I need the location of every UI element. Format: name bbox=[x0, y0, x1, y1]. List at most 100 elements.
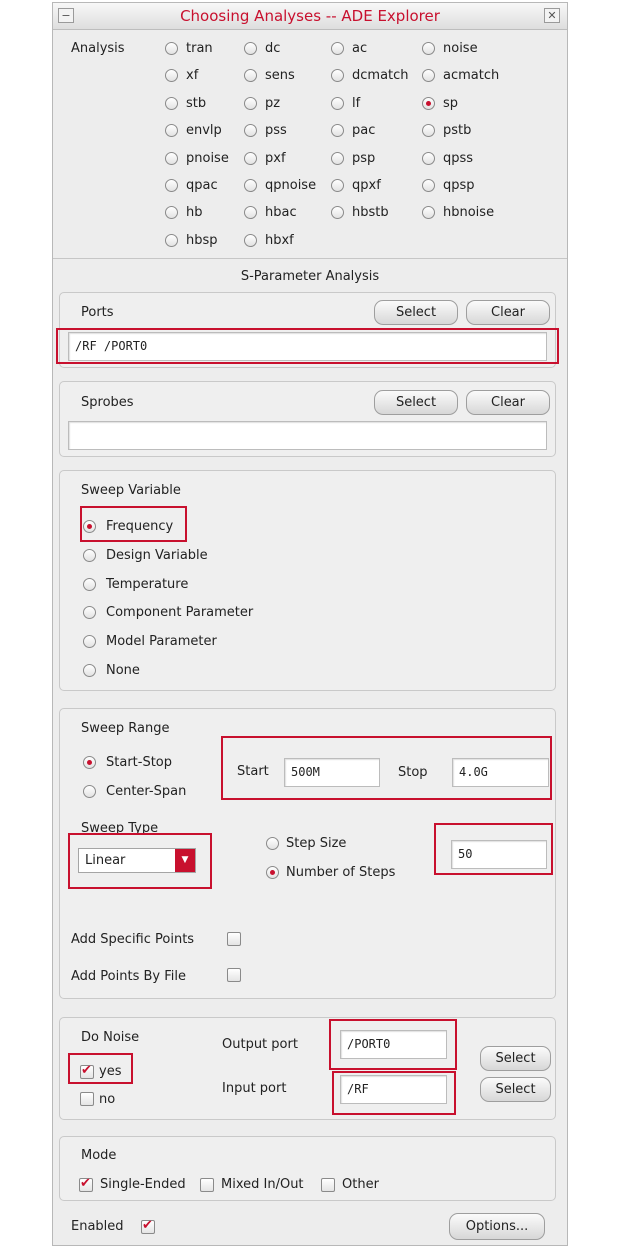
analysis-radio-sp[interactable] bbox=[422, 97, 435, 110]
analysis-radio-stb[interactable] bbox=[165, 97, 178, 110]
analysis-radio-pz[interactable] bbox=[244, 97, 257, 110]
sweep-variable-radio-model-parameter[interactable] bbox=[83, 635, 96, 648]
sprobes-select-button[interactable]: Select bbox=[374, 390, 458, 415]
noise-panel: Do Noise yes no Output port /PORT0 Input… bbox=[59, 1017, 556, 1120]
noise-yes-highlight bbox=[68, 1053, 133, 1084]
analysis-radio-psp[interactable] bbox=[331, 152, 344, 165]
analysis-radio-pss[interactable] bbox=[244, 124, 257, 137]
sweep-variable-label-component-parameter: Component Parameter bbox=[106, 605, 254, 620]
analysis-radio-hb[interactable] bbox=[165, 206, 178, 219]
analysis-radio-ac[interactable] bbox=[331, 42, 344, 55]
single-ended-checkbox[interactable] bbox=[79, 1176, 93, 1192]
analysis-radio-qpsp[interactable] bbox=[422, 179, 435, 192]
analysis-radio-hbstb[interactable] bbox=[331, 206, 344, 219]
separator bbox=[53, 258, 567, 259]
sweep-variable-radio-component-parameter[interactable] bbox=[83, 606, 96, 619]
analysis-radio-qpac[interactable] bbox=[165, 179, 178, 192]
sweep-variable-radio-design-variable[interactable] bbox=[83, 549, 96, 562]
other-label: Other bbox=[342, 1177, 379, 1192]
analysis-radio-hbsp[interactable] bbox=[165, 234, 178, 247]
analysis-radio-dcmatch[interactable] bbox=[331, 69, 344, 82]
analysis-window: − Choosing Analyses -- ADE Explorer ✕ An… bbox=[52, 2, 568, 1246]
options-button[interactable]: Options... bbox=[449, 1213, 545, 1240]
analysis-radio-hbac[interactable] bbox=[244, 206, 257, 219]
sprobes-panel: Sprobes Select Clear bbox=[59, 381, 556, 457]
do-noise-label: Do Noise bbox=[81, 1030, 140, 1045]
analysis-radio-qpxf[interactable] bbox=[331, 179, 344, 192]
ports-clear-button[interactable]: Clear bbox=[466, 300, 550, 325]
enabled-checkbox[interactable] bbox=[141, 1218, 155, 1234]
output-port-select-button[interactable]: Select bbox=[480, 1046, 551, 1071]
number-of-steps-radio[interactable] bbox=[266, 866, 279, 879]
analysis-label-ac: ac bbox=[352, 41, 368, 56]
add-points-by-file-checkbox[interactable] bbox=[227, 968, 241, 982]
mode-label: Mode bbox=[81, 1148, 117, 1163]
single-ended-label: Single-Ended bbox=[100, 1177, 186, 1192]
analysis-radio-hbnoise[interactable] bbox=[422, 206, 435, 219]
sweep-variable-label-design-variable: Design Variable bbox=[106, 548, 208, 563]
add-points-by-file-label: Add Points By File bbox=[71, 969, 186, 984]
analysis-radio-lf[interactable] bbox=[331, 97, 344, 110]
analysis-label-hbac: hbac bbox=[265, 205, 297, 220]
analysis-label-envlp: envlp bbox=[186, 123, 222, 138]
analysis-label-pac: pac bbox=[352, 123, 376, 138]
analysis-label-hbstb: hbstb bbox=[352, 205, 389, 220]
sprobes-label: Sprobes bbox=[81, 395, 134, 410]
analysis-label-stb: stb bbox=[186, 96, 207, 111]
noise-no-checkbox[interactable] bbox=[80, 1092, 94, 1106]
input-port-select-button[interactable]: Select bbox=[480, 1077, 551, 1102]
sprobes-clear-button[interactable]: Clear bbox=[466, 390, 550, 415]
sprobes-input[interactable] bbox=[68, 421, 547, 450]
analysis-radio-pnoise[interactable] bbox=[165, 152, 178, 165]
analysis-label-lf: lf bbox=[352, 96, 361, 111]
analysis-label-xf: xf bbox=[186, 68, 199, 83]
sweep-type-highlight bbox=[68, 833, 212, 889]
title-bar: − Choosing Analyses -- ADE Explorer ✕ bbox=[53, 3, 567, 30]
analysis-radio-qpss[interactable] bbox=[422, 152, 435, 165]
ports-highlight bbox=[56, 328, 559, 364]
sweep-variable-label-none: None bbox=[106, 663, 140, 678]
analysis-label-dc: dc bbox=[265, 41, 281, 56]
analysis-radio-pstb[interactable] bbox=[422, 124, 435, 137]
analysis-label-qpac: qpac bbox=[186, 178, 218, 193]
add-specific-points-checkbox[interactable] bbox=[227, 932, 241, 946]
start-stop-radio[interactable] bbox=[83, 756, 96, 769]
analysis-radio-tran[interactable] bbox=[165, 42, 178, 55]
analysis-radio-noise[interactable] bbox=[422, 42, 435, 55]
analysis-radio-pac[interactable] bbox=[331, 124, 344, 137]
analysis-label-pss: pss bbox=[265, 123, 287, 138]
analysis-radio-qpnoise[interactable] bbox=[244, 179, 257, 192]
other-checkbox[interactable] bbox=[321, 1178, 335, 1192]
analysis-label: Analysis bbox=[71, 41, 125, 56]
analysis-radio-xf[interactable] bbox=[165, 69, 178, 82]
analysis-radio-hbxf[interactable] bbox=[244, 234, 257, 247]
mode-panel: Mode Single-Ended Mixed In/Out Other bbox=[59, 1136, 556, 1201]
analysis-label-qpss: qpss bbox=[443, 151, 474, 166]
sweep-variable-panel: Sweep Variable Frequency Design Variable T… bbox=[59, 470, 556, 691]
ports-select-button[interactable]: Select bbox=[374, 300, 458, 325]
analysis-label-hbsp: hbsp bbox=[186, 233, 218, 248]
step-size-radio[interactable] bbox=[266, 837, 279, 850]
sweep-range-label: Sweep Range bbox=[81, 721, 170, 736]
analysis-label-pxf: pxf bbox=[265, 151, 286, 166]
input-port-label: Input port bbox=[222, 1081, 287, 1096]
analysis-label-hbnoise: hbnoise bbox=[443, 205, 495, 220]
number-of-steps-label: Number of Steps bbox=[286, 865, 396, 880]
analysis-radio-dc[interactable] bbox=[244, 42, 257, 55]
analysis-label-pz: pz bbox=[265, 96, 281, 111]
sweep-variable-label-temperature: Temperature bbox=[106, 577, 189, 592]
mixed-in-out-label: Mixed In/Out bbox=[221, 1177, 304, 1192]
analysis-radio-pxf[interactable] bbox=[244, 152, 257, 165]
analysis-label-qpsp: qpsp bbox=[443, 178, 475, 193]
sweep-variable-radio-temperature[interactable] bbox=[83, 578, 96, 591]
analysis-radio-acmatch[interactable] bbox=[422, 69, 435, 82]
close-button[interactable]: ✕ bbox=[544, 8, 560, 23]
mixed-in-out-checkbox[interactable] bbox=[200, 1178, 214, 1192]
analysis-radio-sens[interactable] bbox=[244, 69, 257, 82]
analysis-radio-envlp[interactable] bbox=[165, 124, 178, 137]
sweep-variable-radio-none[interactable] bbox=[83, 664, 96, 677]
analysis-label-dcmatch: dcmatch bbox=[352, 68, 409, 83]
center-span-radio[interactable] bbox=[83, 785, 96, 798]
start-stop-highlight bbox=[221, 736, 552, 800]
analysis-label-qpnoise: qpnoise bbox=[265, 178, 317, 193]
